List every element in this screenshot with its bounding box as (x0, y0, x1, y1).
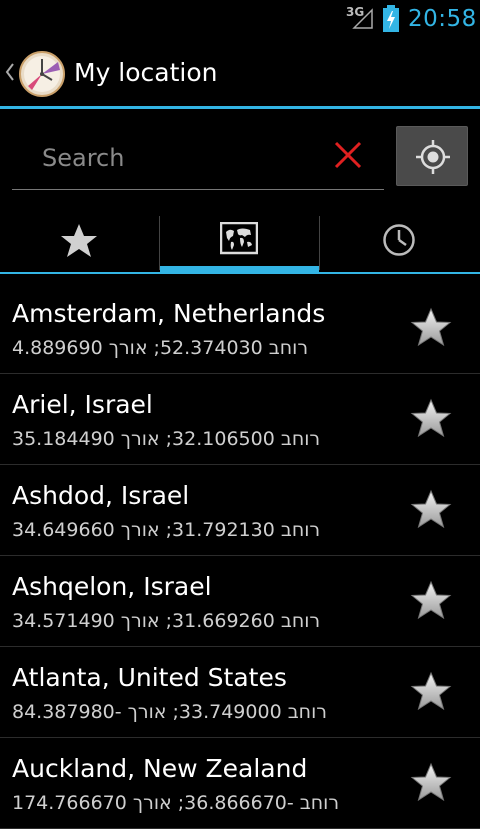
location-coordinates: רוחב -36.866670; אורך 174.766670 (12, 792, 340, 814)
battery-charging-icon (383, 5, 399, 32)
list-item[interactable]: Ariel, Israel רוחב 32.106500; אורך 35.18… (0, 374, 480, 465)
star-icon[interactable] (410, 398, 452, 440)
location-coordinates: רוחב 33.749000; אורך -84.387980 (12, 701, 327, 723)
location-name: Ashqelon, Israel (12, 572, 212, 601)
location-name: Amsterdam, Netherlands (12, 299, 326, 328)
gps-target-icon (416, 140, 450, 174)
clock-time: 20:58 (408, 6, 477, 32)
location-name: Ashdod, Israel (12, 481, 190, 510)
chevron-left-icon[interactable] (5, 62, 15, 82)
locate-button[interactable] (396, 126, 468, 186)
tab-world[interactable] (160, 212, 319, 274)
tab-recent[interactable] (320, 212, 479, 274)
star-icon (61, 224, 97, 257)
list-item[interactable]: Ashdod, Israel רוחב 31.792130; אורך 34.6… (0, 465, 480, 556)
location-coordinates: רוחב 31.792130; אורך 34.649660 (12, 519, 321, 541)
list-item[interactable]: Amsterdam, Netherlands רוחב 52.374030; א… (0, 283, 480, 374)
list-item[interactable]: Ashqelon, Israel רוחב 31.669260; אורך 34… (0, 556, 480, 647)
location-coordinates: רוחב 52.374030; אורך 4.889690 (12, 337, 309, 359)
location-coordinates: רוחב 32.106500; אורך 35.184490 (12, 428, 321, 450)
tab-bar (0, 212, 480, 274)
tab-favorites[interactable] (0, 212, 159, 274)
location-list: Amsterdam, Netherlands רוחב 52.374030; א… (0, 283, 480, 829)
clock-icon[interactable] (18, 50, 66, 98)
world-map-icon (220, 222, 258, 255)
list-item[interactable]: Auckland, New Zealand רוחב -36.866670; א… (0, 738, 480, 829)
close-icon[interactable] (332, 138, 364, 172)
clock-icon (383, 224, 415, 256)
location-coordinates: רוחב 31.669260; אורך 34.571490 (12, 610, 321, 632)
selected-tab-indicator (160, 266, 319, 274)
star-icon[interactable] (410, 489, 452, 531)
search-input[interactable] (12, 126, 384, 190)
location-name: Ariel, Israel (12, 390, 153, 419)
star-icon[interactable] (410, 307, 452, 349)
location-name: Auckland, New Zealand (12, 754, 308, 783)
list-item[interactable]: Atlanta, United States רוחב 33.749000; א… (0, 647, 480, 738)
star-icon[interactable] (410, 762, 452, 804)
star-icon[interactable] (410, 580, 452, 622)
status-bar: 3G 20:58 (0, 0, 480, 38)
action-bar-divider (0, 106, 480, 109)
location-name: Atlanta, United States (12, 663, 287, 692)
signal-icon (352, 8, 373, 29)
action-bar: My location (0, 38, 480, 106)
star-icon[interactable] (410, 671, 452, 713)
page-title: My location (74, 58, 218, 87)
